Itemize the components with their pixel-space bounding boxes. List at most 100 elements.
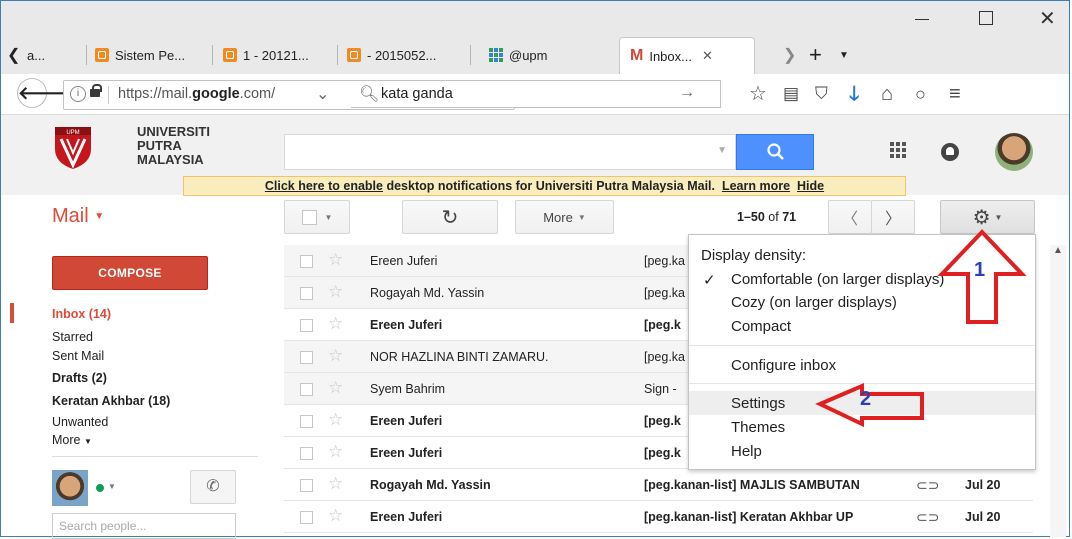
sidebar-item-more[interactable]: More ▼ bbox=[52, 433, 92, 447]
online-status-icon[interactable] bbox=[96, 484, 104, 492]
row-checkbox[interactable] bbox=[300, 479, 313, 492]
star-icon[interactable]: ☆ bbox=[328, 443, 343, 461]
menu-check-icon: ✓ bbox=[703, 272, 716, 289]
status-chevron-down-icon[interactable]: ▼ bbox=[108, 482, 116, 491]
menu-item-comfortable[interactable]: Comfortable (on larger displays) bbox=[731, 271, 944, 288]
notifications-bell-icon[interactable] bbox=[941, 143, 959, 161]
download-arrow-icon[interactable]: 🡓 bbox=[849, 82, 859, 106]
tab-inbox-active[interactable]: M Inbox... ✕ bbox=[619, 37, 755, 74]
star-icon[interactable]: ☆ bbox=[328, 283, 343, 301]
url-text: https://mail.google.com/ bbox=[118, 86, 275, 102]
hide-link[interactable]: Hide bbox=[797, 179, 824, 193]
tabs-scroll-right-icon[interactable]: ❯ bbox=[783, 39, 796, 71]
email-date: Jul 20 bbox=[965, 478, 1001, 492]
tab-2[interactable]: Sistem Pe... bbox=[95, 39, 213, 71]
table-row[interactable]: ☆ Ereen Juferi [peg.kanan-list] Keratan … bbox=[284, 501, 1033, 533]
enable-notifications-link[interactable]: Click here to enable bbox=[265, 179, 383, 193]
gmail-icon: M bbox=[630, 47, 644, 64]
maximize-icon[interactable] bbox=[979, 11, 993, 25]
menu-item-themes[interactable]: Themes bbox=[731, 419, 785, 436]
search-icon bbox=[767, 143, 784, 160]
new-tab-icon[interactable]: + bbox=[809, 39, 822, 71]
star-icon[interactable]: ☆ bbox=[328, 251, 343, 269]
search-options-chevron-icon[interactable]: ▼ bbox=[717, 145, 727, 156]
bookmark-star-icon[interactable]: ☆ bbox=[749, 82, 767, 106]
learn-more-link[interactable]: Learn more bbox=[722, 179, 790, 193]
mail-menu[interactable]: Mail ▼ bbox=[52, 205, 104, 228]
row-checkbox[interactable] bbox=[300, 447, 313, 460]
page-total: 71 bbox=[782, 210, 797, 224]
row-checkbox[interactable] bbox=[300, 255, 313, 268]
sidebar-item-sent-mail[interactable]: Sent Mail bbox=[52, 349, 104, 363]
url-suffix: .com/ bbox=[239, 86, 276, 102]
tab-5[interactable]: @upm bbox=[489, 39, 609, 71]
menu-item-cozy[interactable]: Cozy (on larger displays) bbox=[731, 294, 897, 311]
star-icon[interactable]: ☆ bbox=[328, 475, 343, 493]
org-name-line1: UNIVERSITI bbox=[137, 124, 210, 139]
star-icon[interactable]: ☆ bbox=[328, 347, 343, 365]
site-favicon-icon bbox=[95, 48, 109, 62]
sidebar-item-starred[interactable]: Starred bbox=[52, 330, 93, 344]
menu-item-compact[interactable]: Compact bbox=[731, 318, 791, 335]
select-all-button[interactable]: ▼ bbox=[284, 200, 350, 234]
sidebar-item-unwanted[interactable]: Unwanted bbox=[52, 415, 108, 429]
home-icon[interactable]: ⌂ bbox=[881, 82, 893, 106]
row-checkbox[interactable] bbox=[300, 511, 313, 524]
tab-1[interactable]: a... bbox=[27, 39, 87, 71]
row-checkbox[interactable] bbox=[300, 351, 313, 364]
more-button[interactable]: More ▼ bbox=[515, 200, 614, 234]
sidebar-item-keratan-akhbar[interactable]: Keratan Akhbar (18) bbox=[52, 394, 170, 408]
upm-logo[interactable]: UPM bbox=[53, 125, 93, 171]
menu-item-help[interactable]: Help bbox=[731, 443, 762, 460]
row-checkbox[interactable] bbox=[300, 415, 313, 428]
chat-bubble-icon[interactable]: ○ bbox=[915, 82, 926, 106]
scroll-up-arrow-icon[interactable]: ▲ bbox=[1053, 245, 1063, 256]
tab-label: Inbox... bbox=[649, 48, 692, 64]
new-call-button[interactable]: ✆ bbox=[190, 470, 236, 504]
newer-button[interactable]: 〈 bbox=[828, 200, 872, 234]
annotation-number-2: 2 bbox=[860, 388, 872, 410]
sidebar-item-inbox[interactable]: Inbox (14) bbox=[52, 307, 111, 321]
tab-list-chevron-down-icon[interactable]: ▼ bbox=[839, 39, 849, 71]
tab-3[interactable]: 1 - 20121... bbox=[223, 39, 338, 71]
star-icon[interactable]: ☆ bbox=[328, 507, 343, 525]
tabs-scroll-left-icon[interactable]: ❮ bbox=[7, 39, 20, 71]
minimize-icon[interactable] bbox=[913, 9, 931, 27]
older-button[interactable]: 〉 bbox=[871, 200, 915, 234]
close-tab-icon[interactable]: ✕ bbox=[702, 48, 713, 64]
scrollbar[interactable]: ▲ bbox=[1050, 245, 1066, 537]
url-dropdown-chevron-icon[interactable]: ⌄ bbox=[316, 84, 329, 104]
menu-item-settings[interactable]: Settings bbox=[731, 395, 785, 412]
mail-search-input[interactable]: ▼ bbox=[284, 134, 736, 170]
compose-button[interactable]: COMPOSE bbox=[52, 256, 208, 290]
site-favicon-icon bbox=[347, 48, 361, 62]
hamburger-menu-icon[interactable]: ≡ bbox=[949, 82, 961, 106]
org-name-line3: MALAYSIA bbox=[137, 152, 204, 167]
mail-search-button[interactable] bbox=[736, 134, 814, 170]
star-icon[interactable]: ☆ bbox=[328, 411, 343, 429]
row-checkbox[interactable] bbox=[300, 287, 313, 300]
row-checkbox[interactable] bbox=[300, 319, 313, 332]
hangouts-avatar[interactable] bbox=[52, 470, 88, 506]
tab-4[interactable]: - 2015052... bbox=[347, 39, 471, 71]
apps-grid-icon[interactable] bbox=[890, 142, 906, 158]
search-people-input[interactable]: Search people... bbox=[52, 513, 236, 539]
row-checkbox[interactable] bbox=[300, 383, 313, 396]
back-button[interactable]: 🡐 bbox=[17, 78, 66, 108]
pocket-icon[interactable]: ⛉ bbox=[815, 82, 828, 106]
star-icon[interactable]: ☆ bbox=[328, 379, 343, 397]
avatar[interactable] bbox=[995, 133, 1033, 171]
close-window-icon[interactable]: ✕ bbox=[1039, 6, 1056, 31]
chevron-down-icon: ▼ bbox=[83, 437, 92, 446]
apps-favicon-icon bbox=[489, 48, 503, 62]
logo-text: UPM bbox=[66, 130, 79, 136]
menu-item-configure-inbox[interactable]: Configure inbox bbox=[731, 357, 836, 374]
sidebar-item-drafts[interactable]: Drafts (2) bbox=[52, 371, 107, 385]
search-field[interactable]: 🔍︎ kata ganda → bbox=[351, 80, 721, 108]
table-row[interactable]: ☆ Rogayah Md. Yassin [peg.kanan-list] MA… bbox=[284, 469, 1033, 501]
search-go-arrow-icon[interactable]: → bbox=[679, 84, 695, 102]
refresh-button[interactable]: ↻ bbox=[402, 200, 498, 234]
reading-list-icon[interactable]: ▤ bbox=[783, 82, 799, 106]
email-subject: [peg.kanan-list] Keratan Akhbar UP bbox=[644, 510, 854, 524]
star-icon[interactable]: ☆ bbox=[328, 315, 343, 333]
